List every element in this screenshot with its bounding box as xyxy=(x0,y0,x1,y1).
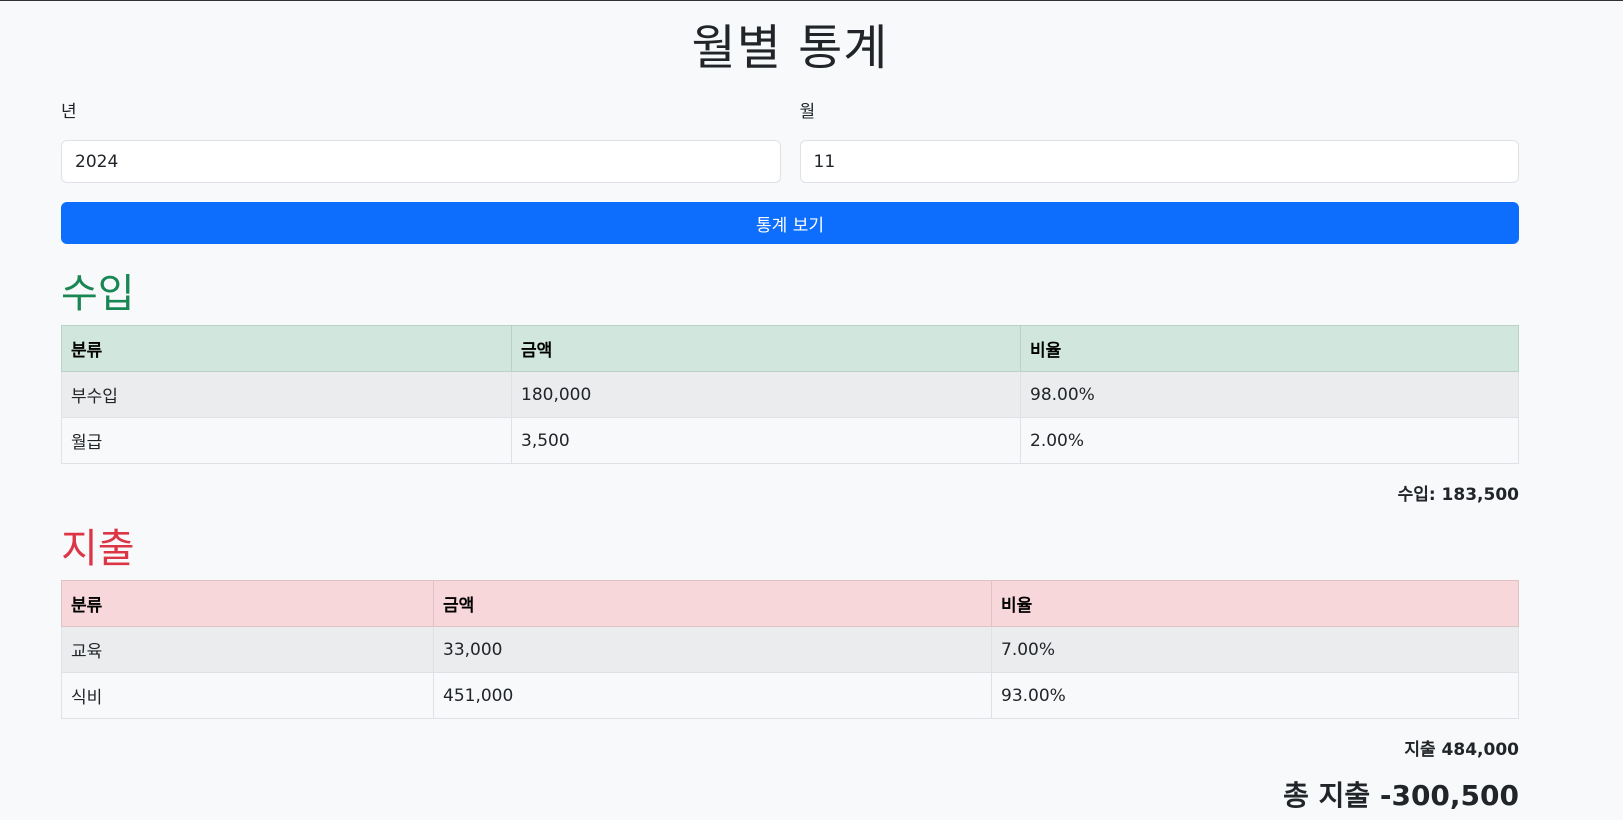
expense-col-ratio: 비율 xyxy=(991,580,1519,627)
net-total: 총 지출 -300,500 xyxy=(1283,779,1519,812)
income-category-cell: 부수입 xyxy=(61,371,512,418)
month-field-group: 월 xyxy=(799,102,1519,183)
main-container: 월별 통계 년 월 통계 보기 수입 분류 금액 비율 부수입 xyxy=(61,0,1519,812)
income-category-cell: 월급 xyxy=(61,417,512,464)
income-col-amount: 금액 xyxy=(511,325,1021,372)
expense-ratio-cell: 93.00% xyxy=(991,672,1519,719)
expense-col-category: 분류 xyxy=(61,580,434,627)
year-label: 년 xyxy=(61,102,77,122)
table-row: 식비 451,000 93.00% xyxy=(61,672,1519,719)
expense-total: 지출 484,000 xyxy=(1404,740,1519,760)
expense-heading: 지출 xyxy=(61,526,135,572)
year-field-group: 년 xyxy=(61,102,781,183)
expense-col-amount: 금액 xyxy=(433,580,992,627)
view-statistics-button[interactable]: 통계 보기 xyxy=(61,202,1519,244)
table-row: 월급 3,500 2.00% xyxy=(61,417,1519,464)
income-col-ratio: 비율 xyxy=(1020,325,1519,372)
income-table-header-row: 분류 금액 비율 xyxy=(61,325,1519,372)
date-filter-form: 년 월 xyxy=(61,102,1519,183)
income-heading: 수입 xyxy=(61,271,135,317)
year-input[interactable] xyxy=(61,140,781,183)
page-title: 월별 통계 xyxy=(691,20,889,76)
expense-ratio-cell: 7.00% xyxy=(991,626,1519,673)
income-table: 분류 금액 비율 부수입 180,000 98.00% 월급 3,500 2.0… xyxy=(61,325,1519,464)
income-total: 수입: 183,500 xyxy=(1397,485,1519,505)
expense-category-cell: 식비 xyxy=(61,672,434,719)
expense-table: 분류 금액 비율 교육 33,000 7.00% 식비 451,000 93.0… xyxy=(61,580,1519,719)
expense-table-header-row: 분류 금액 비율 xyxy=(61,580,1519,627)
income-ratio-cell: 98.00% xyxy=(1020,371,1519,418)
income-amount-cell: 180,000 xyxy=(511,371,1021,418)
expense-category-cell: 교육 xyxy=(61,626,434,673)
income-amount-cell: 3,500 xyxy=(511,417,1021,464)
income-ratio-cell: 2.00% xyxy=(1020,417,1519,464)
expense-amount-cell: 33,000 xyxy=(433,626,992,673)
table-row: 부수입 180,000 98.00% xyxy=(61,371,1519,418)
income-col-category: 분류 xyxy=(61,325,512,372)
expense-amount-cell: 451,000 xyxy=(433,672,992,719)
table-row: 교육 33,000 7.00% xyxy=(61,626,1519,673)
month-label: 월 xyxy=(799,102,816,122)
month-input[interactable] xyxy=(799,140,1519,183)
